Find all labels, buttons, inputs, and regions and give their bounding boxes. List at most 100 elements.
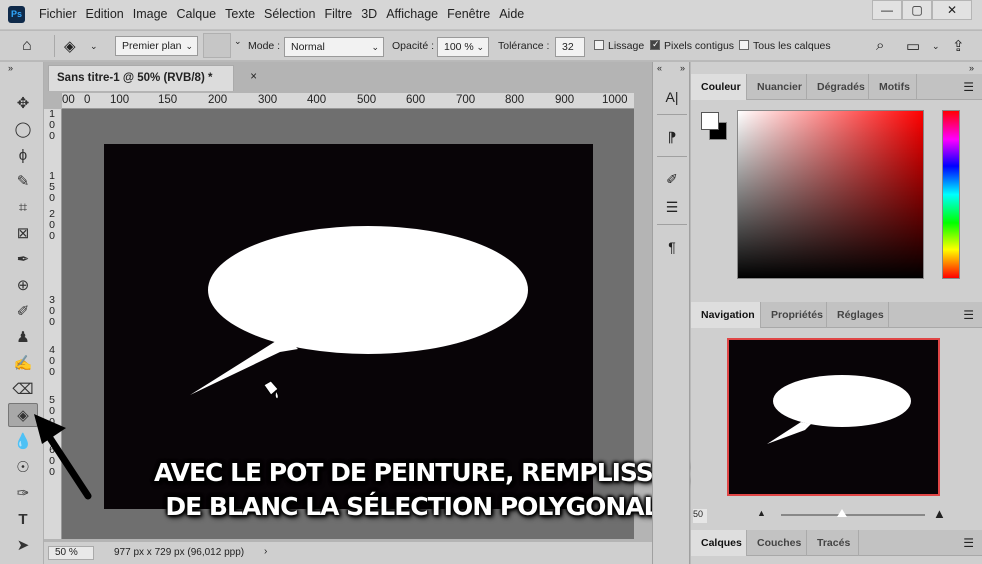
navigator-thumbnail[interactable] [727,338,940,496]
workspace-icon[interactable]: ▭ [906,37,920,55]
photoshop-logo: Ps [8,6,25,23]
tab-nuancier[interactable]: Nuancier [747,74,807,100]
contigus-checkbox[interactable] [650,39,660,50]
tab-calques[interactable]: Calques [691,530,747,556]
foreground-color-swatch[interactable] [701,112,719,130]
eyedropper-icon[interactable]: ✒ [8,248,38,272]
crop-tool-icon[interactable]: ⌗ [8,196,38,220]
brush-tool-icon[interactable]: ✐ [8,300,38,324]
color-field[interactable] [737,110,924,279]
ruler-label: 00 [62,94,75,106]
tab-reglages[interactable]: Réglages [827,302,889,328]
chevron-down-icon[interactable]: ⌄ [90,41,98,52]
panel-menu-icon[interactable]: ☰ [963,80,974,94]
brush-settings-icon[interactable]: ☰ [661,196,683,218]
stamp-tool-icon[interactable]: ♟ [8,326,38,350]
panel-menu-icon[interactable]: ☰ [963,308,974,322]
zoom-field[interactable]: 50 % [48,546,94,560]
brushes-icon[interactable]: ✐ [661,168,683,190]
zoom-slider-thumb[interactable] [837,509,847,517]
frame-tool-icon[interactable]: ⊠ [8,222,38,246]
options-bar: ⌂ ◈ ⌄ Premier plan ⌄ ⌄ Mode : Normal ⌄ O… [0,31,982,61]
menu-selection[interactable]: Sélection [264,7,315,21]
caption-line-1: AVEC LE POT DE PEINTURE, REMPLISSEZ [153,458,687,487]
tab-degrades[interactable]: Dégradés [807,74,869,100]
navigator-zoom-value[interactable]: 50 [693,509,707,523]
tab-traces[interactable]: Tracés [807,530,859,556]
share-icon[interactable]: ⇪ [952,37,965,55]
menu-edition[interactable]: Edition [86,7,124,21]
close-tab-icon[interactable]: × [250,71,257,83]
collapse-icon[interactable]: » [8,63,13,73]
healing-brush-icon[interactable]: ⊕ [8,274,38,298]
chevron-down-icon[interactable]: ⌄ [932,41,940,52]
menu-fichier[interactable]: Fichier [39,7,77,21]
tab-proprietes[interactable]: Propriétés [761,302,827,328]
tab-navigation[interactable]: Navigation [691,302,761,328]
arrow-annotation [34,414,92,500]
type-tool-icon[interactable]: T [8,508,38,532]
zoom-out-icon[interactable]: ▲ [757,508,766,518]
navigator-zoom-controls: 50 ▲ ▲ [691,502,982,532]
menu-texte[interactable]: Texte [225,7,255,21]
hue-slider[interactable] [942,110,960,279]
ruler-label: 1 0 0 [49,108,55,142]
pattern-picker[interactable] [203,33,231,58]
tab-couches[interactable]: Couches [747,530,807,556]
paragraph-icon[interactable]: ¶ [661,236,683,258]
collapse-icon[interactable]: » [969,63,974,73]
preview-tail [767,422,811,444]
document-canvas[interactable] [104,144,593,509]
tolerance-input[interactable]: 32 [555,37,585,57]
tab-motifs[interactable]: Motifs [869,74,917,100]
chevron-down-icon: ⌄ [371,42,379,52]
menu-filtre[interactable]: Filtre [324,7,352,21]
menu-calque[interactable]: Calque [177,7,217,21]
home-icon[interactable]: ⌂ [22,37,32,55]
menu-affichage[interactable]: Affichage [386,7,438,21]
menu-3d[interactable]: 3D [361,7,377,21]
mode-select[interactable]: Normal ⌄ [284,37,384,57]
path-selection-icon[interactable]: ➤ [8,534,38,558]
paint-bucket-preset-icon[interactable]: ◈ [64,37,76,55]
status-menu-arrow[interactable]: › [264,546,267,557]
ruler-label: 0 [84,94,91,106]
menu-image[interactable]: Image [133,7,168,21]
menu-bar: Ps Fichier Edition Image Calque Texte Sé… [0,0,982,30]
menu-items: Fichier Edition Image Calque Texte Sélec… [39,7,533,21]
lissage-checkbox[interactable] [594,40,604,50]
fill-source-select[interactable]: Premier plan ⌄ [115,36,198,56]
zoom-slider-track[interactable] [781,514,925,516]
tous-calques-checkbox[interactable] [739,40,749,50]
expand-icon[interactable]: « [657,63,662,73]
ruler-label: 100 [110,94,130,106]
quick-selection-icon[interactable]: ✎ [8,170,38,194]
status-bar: 50 % 977 px x 729 px (96,012 ppp) › [44,542,652,564]
maximize-button[interactable]: ▢ [902,0,932,20]
move-tool-icon[interactable]: ✥ [8,92,38,116]
ruler-label: 3 0 0 [49,294,55,328]
zoom-in-icon[interactable]: ▲ [933,506,946,521]
opacity-value: 100 % [444,41,474,53]
collapse-icon[interactable]: » [680,63,685,73]
search-icon[interactable]: ⌕ [876,37,884,54]
history-brush-icon[interactable]: ✍ [8,352,38,376]
eraser-icon[interactable]: ⌫ [8,378,38,402]
document-title: Sans titre-1 @ 50% (RVB/8) * [57,72,213,84]
chevron-down-icon[interactable]: ⌄ [234,36,242,47]
mode-label: Mode : [248,40,281,52]
tab-couleur[interactable]: Couleur [691,74,747,100]
menu-aide[interactable]: Aide [499,7,524,21]
menu-fenetre[interactable]: Fenêtre [447,7,490,21]
paragraph-style-icon[interactable]: ⁋ [661,126,683,148]
opacity-input[interactable]: 100 % ⌄ [437,37,489,57]
close-window-button[interactable]: ✕ [932,0,972,20]
ruler-label: 1 5 0 [49,170,55,204]
divider [657,114,687,115]
panel-menu-icon[interactable]: ☰ [963,536,974,550]
marquee-tool-icon[interactable]: ◯ [8,118,38,142]
minimize-button[interactable]: — [872,0,902,20]
character-panel-icon[interactable]: A| [661,86,683,108]
document-tab[interactable]: Sans titre-1 @ 50% (RVB/8) * × [48,65,257,91]
lasso-tool-icon[interactable]: ϕ [8,144,38,168]
